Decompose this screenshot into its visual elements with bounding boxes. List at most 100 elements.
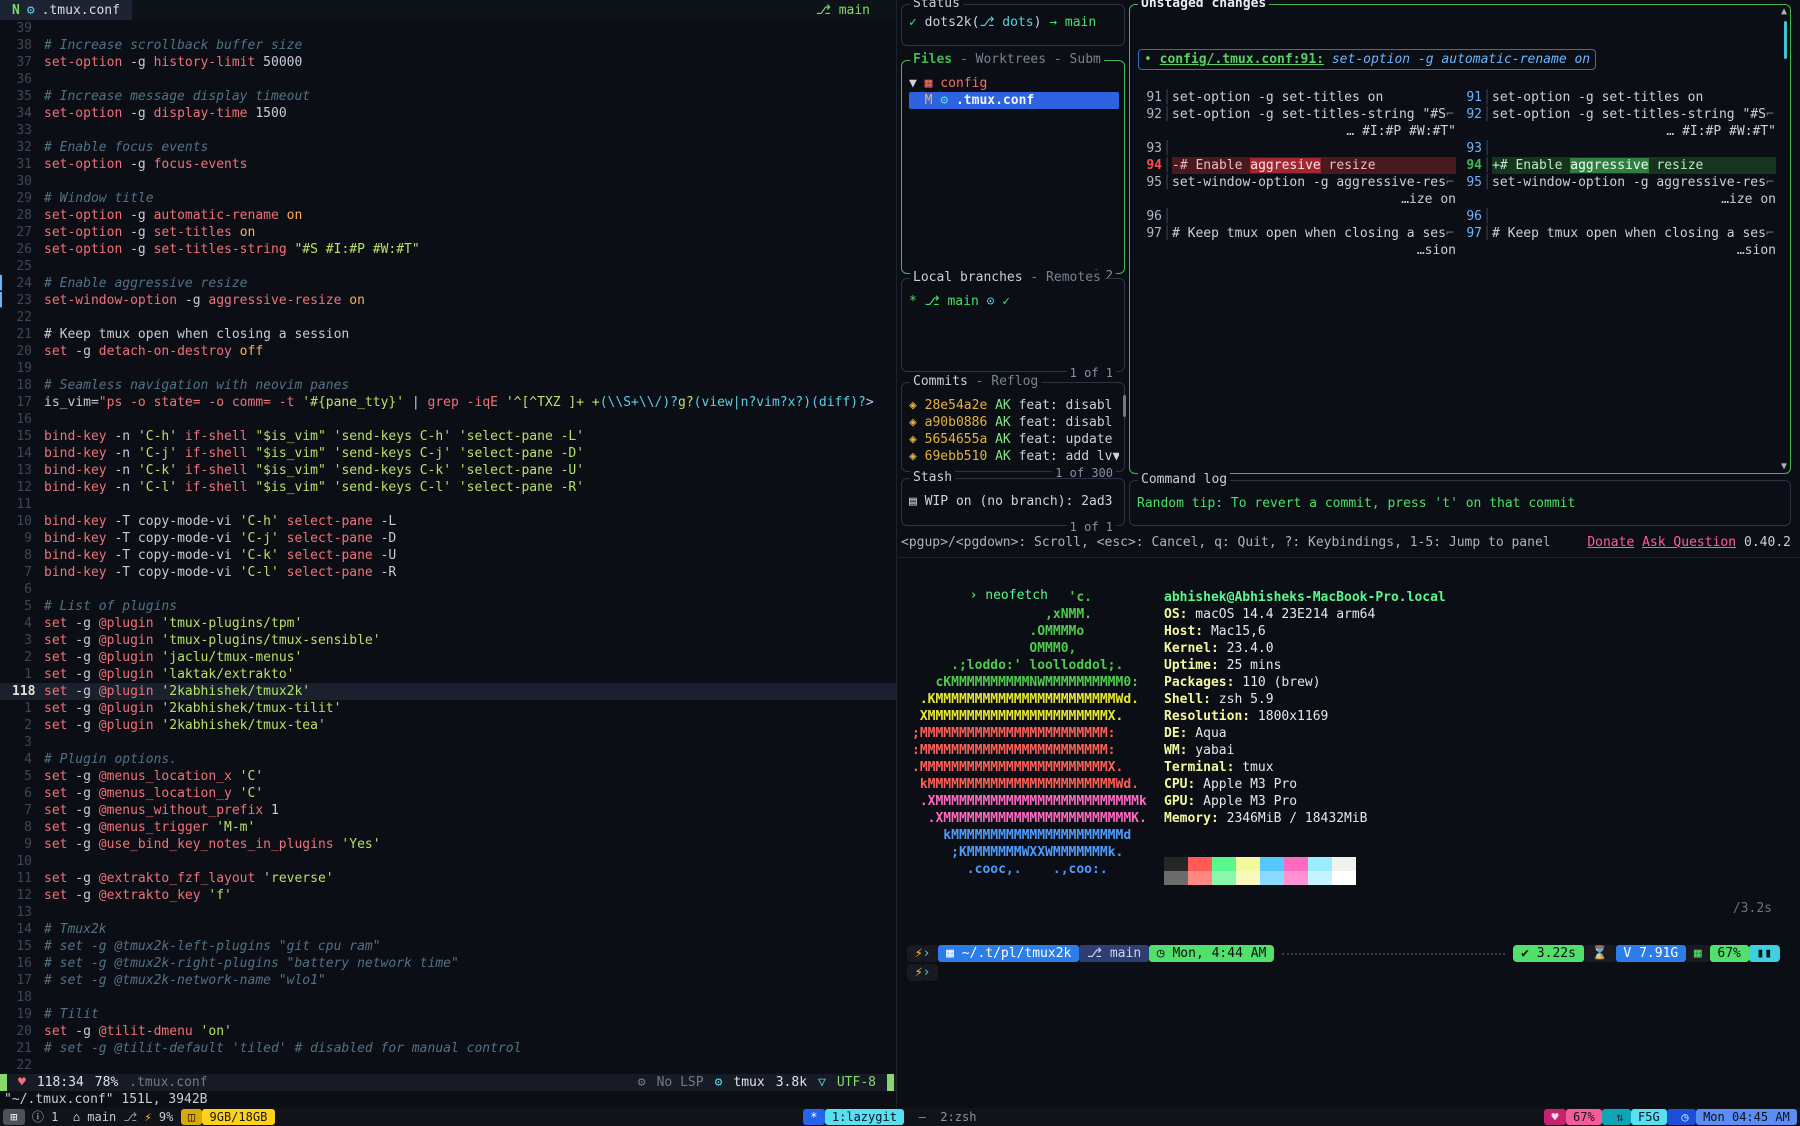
file-row[interactable]: ▼ ▦ config: [909, 75, 1119, 92]
panel-command-log[interactable]: Command log Random tip: To revert a comm…: [1129, 480, 1791, 526]
diff-line[interactable]: 96│: [1136, 208, 1456, 225]
vim-buffer-line[interactable]: 35# Increase message display timeout: [0, 88, 896, 105]
vim-buffer-line[interactable]: 10: [0, 853, 896, 870]
vim-buffer[interactable]: 39 38# Increase scrollback buffer size 3…: [0, 20, 896, 1074]
diff-line[interactable]: …ize on: [1136, 191, 1456, 208]
diff-line[interactable]: 95│set-window-option -g aggressive-res⌐: [1456, 174, 1776, 191]
vim-buffer-line[interactable]: 36: [0, 71, 896, 88]
vim-buffer-line[interactable]: 2set -g @plugin 'jaclu/tmux-menus': [0, 649, 896, 666]
file-row[interactable]: M ⚙ .tmux.conf: [909, 92, 1119, 109]
commits-scrollbar-thumb[interactable]: [1123, 395, 1126, 417]
vim-buffer-line[interactable]: 17# set -g @tmux2k-network-name "wlo1": [0, 972, 896, 989]
tmux-window-tab[interactable]: —: [904, 1109, 933, 1125]
diff-line[interactable]: 97│# Keep tmux open when closing a ses⌐: [1456, 225, 1776, 242]
vim-buffer-line[interactable]: 25: [0, 258, 896, 275]
diff-line[interactable]: …ize on: [1456, 191, 1776, 208]
vim-buffer-line[interactable]: 13bind-key -n 'C-k' if-shell "$is_vim" '…: [0, 462, 896, 479]
vim-buffer-line[interactable]: ▎23set-window-option -g aggressive-resiz…: [0, 292, 896, 309]
diff-line[interactable]: 94│-# Enable aggresive resize: [1136, 157, 1456, 174]
panel-commits-tabs[interactable]: Commits - Reflog: [910, 374, 1041, 389]
vim-buffer-line[interactable]: 3: [0, 734, 896, 751]
vim-buffer-line[interactable]: 14bind-key -n 'C-j' if-shell "$is_vim" '…: [0, 445, 896, 462]
vim-tab-tmux-conf[interactable]: N ⚙ .tmux.conf: [0, 0, 132, 20]
diff-line[interactable]: …sion: [1456, 242, 1776, 259]
vim-buffer-line[interactable]: 5# List of plugins: [0, 598, 896, 615]
vim-buffer-line[interactable]: 17is_vim="ps -o state= -o comm= -t '#{pa…: [0, 394, 896, 411]
vim-buffer-line[interactable]: 19# Tilit: [0, 1006, 896, 1023]
vim-buffer-line[interactable]: 15# set -g @tmux2k-left-plugins "git cpu…: [0, 938, 896, 955]
donate-link[interactable]: Donate: [1587, 534, 1634, 552]
diff-line[interactable]: 97│# Keep tmux open when closing a ses⌐: [1136, 225, 1456, 242]
tab-commits[interactable]: Commits: [913, 374, 968, 389]
vim-buffer-line[interactable]: 30: [0, 173, 896, 190]
neovim-pane[interactable]: N ⚙ .tmux.conf ⎇ main 39 38# Increase sc…: [0, 0, 897, 1108]
vim-buffer-line[interactable]: 6: [0, 581, 896, 598]
vim-buffer-line[interactable]: 16: [0, 411, 896, 428]
tab-reflog[interactable]: - Reflog: [968, 374, 1038, 389]
scroll-down-arrow[interactable]: ▼: [1781, 461, 1787, 472]
panel-branches-tabs[interactable]: Local branches - Remotes: [910, 270, 1104, 285]
vim-buffer-line[interactable]: 22: [0, 1057, 896, 1074]
repo-status-row[interactable]: ✓ dots2k(⎇ dots) → main: [909, 14, 1119, 31]
vim-buffer-line[interactable]: 12bind-key -n 'C-l' if-shell "$is_vim" '…: [0, 479, 896, 496]
panel-branches[interactable]: Local branches - Remotes * ⎇ main ⊙ ✓ 1 …: [901, 278, 1125, 372]
vim-buffer-line[interactable]: 20set -g @tilit-dmenu 'on': [0, 1023, 896, 1040]
vim-buffer-line[interactable]: 8set -g @menus_trigger 'M-m': [0, 819, 896, 836]
vim-buffer-line[interactable]: 1set -g @plugin '2kabhishek/tmux-tilit': [0, 700, 896, 717]
diff-line[interactable]: 93│: [1136, 140, 1456, 157]
vim-buffer-line[interactable]: 33: [0, 122, 896, 139]
tab-files[interactable]: Files: [913, 52, 952, 67]
ask-question-link[interactable]: Ask Question: [1642, 534, 1736, 552]
tmux-window-tab[interactable]: *: [803, 1109, 825, 1125]
unstaged-scrollbar-thumb[interactable]: [1784, 21, 1787, 59]
vim-buffer-line[interactable]: 39: [0, 20, 896, 37]
tab-worktrees-submodules[interactable]: - Worktrees - Subm: [952, 52, 1101, 67]
tmux-window-tab[interactable]: 1:lazygit: [825, 1109, 904, 1125]
vim-buffer-line[interactable]: 1set -g @plugin 'laktak/extrakto': [0, 666, 896, 683]
vim-buffer-line[interactable]: 9bind-key -T copy-mode-vi 'C-j' select-p…: [0, 530, 896, 547]
diff-line[interactable]: 93│: [1456, 140, 1776, 157]
diff-line[interactable]: 91│set-option -g set-titles on: [1456, 89, 1776, 106]
p10k-input-line[interactable]: ⚡›: [907, 964, 938, 981]
vim-buffer-line[interactable]: 9set -g @use_bind_key_notes_in_plugins '…: [0, 836, 896, 853]
vim-buffer-line[interactable]: 20set -g detach-on-destroy off: [0, 343, 896, 360]
vim-buffer-line[interactable]: 6set -g @menus_location_y 'C': [0, 785, 896, 802]
vim-buffer-line[interactable]: 11set -g @extrakto_fzf_layout 'reverse': [0, 870, 896, 887]
vim-buffer-line[interactable]: 38# Increase scrollback buffer size: [0, 37, 896, 54]
vim-buffer-line[interactable]: 18# Seamless navigation with neovim pane…: [0, 377, 896, 394]
diff-line[interactable]: …sion: [1136, 242, 1456, 259]
vim-buffer-line[interactable]: 22: [0, 309, 896, 326]
vim-buffer-line[interactable]: 16# set -g @tmux2k-right-plugins "batter…: [0, 955, 896, 972]
vim-buffer-line[interactable]: 10bind-key -T copy-mode-vi 'C-h' select-…: [0, 513, 896, 530]
vim-buffer-line[interactable]: 14# Tmux2k: [0, 921, 896, 938]
vim-buffer-line[interactable]: 7bind-key -T copy-mode-vi 'C-l' select-p…: [0, 564, 896, 581]
branch-row[interactable]: * ⎇ main ⊙ ✓: [909, 293, 1119, 310]
vim-buffer-line[interactable]: 31set-option -g focus-events: [0, 156, 896, 173]
diff-line[interactable]: 92│set-option -g set-titles-string "#S⌐: [1136, 106, 1456, 123]
vim-buffer-line[interactable]: 13: [0, 904, 896, 921]
vim-buffer-line[interactable]: ▎24# Enable aggressive resize: [0, 275, 896, 292]
vim-buffer-line[interactable]: 4# Plugin options.: [0, 751, 896, 768]
tab-remotes[interactable]: - Remotes: [1023, 270, 1101, 285]
diff-line[interactable]: … #I:#P #W:#T": [1136, 123, 1456, 140]
commit-row[interactable]: ◈ 5654655a AK feat: update: [909, 431, 1119, 448]
vim-buffer-line[interactable]: 7set -g @menus_without_prefix 1: [0, 802, 896, 819]
vim-buffer-line[interactable]: 118set -g @plugin '2kabhishek/tmux2k': [0, 683, 896, 700]
diff-line[interactable]: 91│set-option -g set-titles on: [1136, 89, 1456, 106]
panel-commits[interactable]: Commits - Reflog ◈ 28e54a2e AK feat: dis…: [901, 382, 1125, 472]
vim-buffer-line[interactable]: 19: [0, 360, 896, 377]
vim-buffer-line[interactable]: 3set -g @plugin 'tmux-plugins/tmux-sensi…: [0, 632, 896, 649]
panel-unstaged-changes[interactable]: Unstaged changes • config/.tmux.conf:91:…: [1129, 4, 1791, 474]
vim-buffer-line[interactable]: 29# Window title: [0, 190, 896, 207]
tab-local-branches[interactable]: Local branches: [913, 270, 1023, 285]
vim-buffer-line[interactable]: 5set -g @menus_location_x 'C': [0, 768, 896, 785]
vim-buffer-line[interactable]: 2set -g @plugin '2kabhishek/tmux-tea': [0, 717, 896, 734]
tmux-pane-divider[interactable]: [898, 557, 1800, 558]
diff-line[interactable]: 92│set-option -g set-titles-string "#S⌐: [1456, 106, 1776, 123]
vim-buffer-line[interactable]: 37set-option -g history-limit 50000: [0, 54, 896, 71]
stash-row[interactable]: ▤ WIP on (no branch): 2ad3: [909, 493, 1119, 510]
commit-row[interactable]: ◈ 28e54a2e AK feat: disabl: [909, 397, 1119, 414]
scroll-up-arrow[interactable]: ▲: [1781, 6, 1787, 17]
diff-line[interactable]: 96│: [1456, 208, 1776, 225]
vim-buffer-line[interactable]: 26set-option -g set-titles-string "#S #I…: [0, 241, 896, 258]
